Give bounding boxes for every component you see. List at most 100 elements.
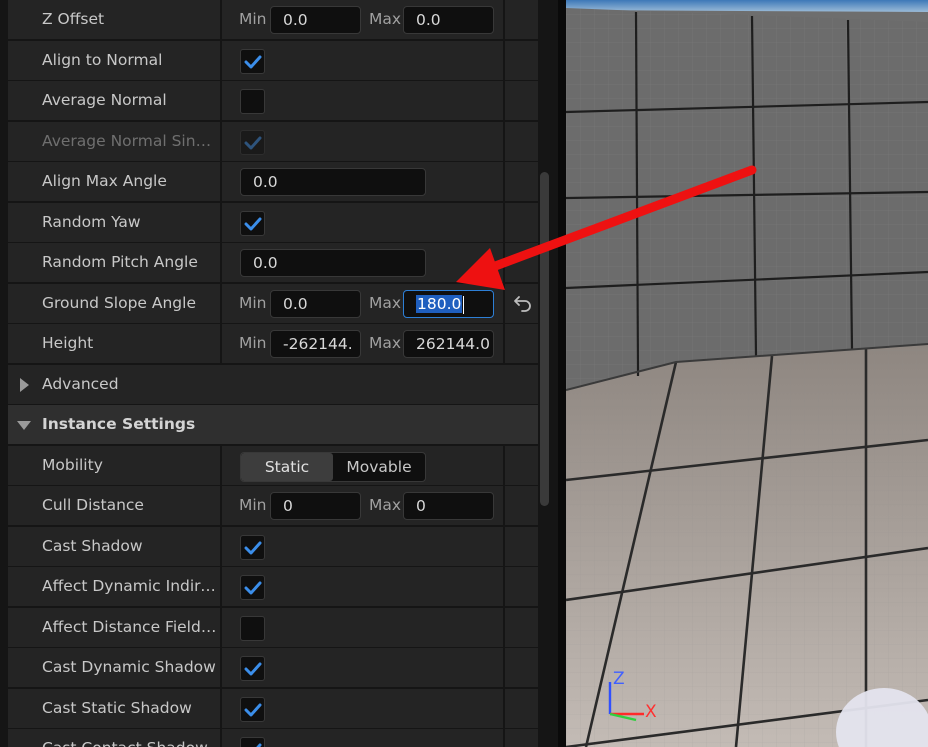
property-checkbox[interactable] — [240, 575, 265, 600]
details-scrollbar[interactable] — [540, 172, 549, 506]
property-name: Ground Slope Angle — [42, 294, 196, 312]
subcategory-header[interactable]: Advanced — [8, 365, 538, 405]
property-row: Cull Distance Min 0 Max 0 — [8, 486, 538, 526]
property-row: Average Normal — [8, 81, 538, 121]
column-divider — [503, 729, 505, 747]
details-panel: Z Offset Min 0.0 Max 0.0 Align to Normal Avera… — [0, 0, 558, 747]
property-checkbox[interactable] — [240, 656, 265, 681]
max-label: Max — [369, 10, 402, 28]
column-divider[interactable] — [220, 324, 222, 363]
property-name: Cast Static Shadow — [42, 699, 192, 717]
min-label: Min — [239, 334, 267, 352]
column-divider[interactable] — [220, 162, 222, 201]
property-checkbox — [240, 130, 265, 155]
column-divider — [503, 608, 505, 647]
min-input[interactable]: 0 — [270, 492, 361, 520]
min-input[interactable]: 0.0 — [270, 290, 361, 318]
column-divider[interactable] — [220, 527, 222, 566]
property-name: Mobility — [42, 456, 103, 474]
property-name: Cast Dynamic Shadow — [42, 658, 216, 676]
column-divider[interactable] — [220, 608, 222, 647]
column-divider — [503, 0, 505, 39]
property-name: Random Pitch Angle — [42, 253, 198, 271]
collapse-icon[interactable] — [17, 421, 31, 430]
property-row: Height Min -262144. Max 262144.0 — [8, 324, 538, 364]
column-divider — [503, 527, 505, 566]
min-label: Min — [239, 10, 267, 28]
property-name: Average Normal — [42, 91, 167, 109]
category-name: Advanced — [42, 375, 119, 393]
property-checkbox[interactable] — [240, 211, 265, 236]
property-row: Align Max Angle 0.0 — [8, 162, 538, 202]
max-input[interactable]: 180.0 — [403, 290, 494, 318]
column-divider[interactable] — [220, 567, 222, 606]
property-checkbox[interactable] — [240, 697, 265, 722]
min-input[interactable]: -262144. — [270, 330, 361, 358]
column-divider — [503, 122, 505, 161]
viewport-scene: Z X — [566, 0, 928, 747]
property-row: Cast Dynamic Shadow — [8, 648, 538, 688]
property-name: Affect Distance Field Li… — [42, 618, 220, 636]
property-name: Height — [42, 334, 94, 352]
column-divider[interactable] — [220, 729, 222, 747]
column-divider[interactable] — [220, 284, 222, 323]
level-viewport[interactable]: Z X — [566, 0, 928, 747]
value-input[interactable]: 0.0 — [240, 168, 426, 196]
property-name: Align to Normal — [42, 51, 163, 69]
max-input[interactable]: 0.0 — [403, 6, 494, 34]
property-row: Ground Slope Angle Min 0.0 Max 180.0 — [8, 284, 538, 324]
segment-option[interactable]: Static — [241, 453, 333, 481]
reset-to-default-icon[interactable] — [512, 293, 534, 315]
column-divider[interactable] — [220, 243, 222, 282]
property-checkbox[interactable] — [240, 737, 265, 747]
property-checkbox[interactable] — [240, 49, 265, 74]
column-divider[interactable] — [220, 203, 222, 242]
column-divider[interactable] — [220, 122, 222, 161]
expand-icon[interactable] — [20, 378, 29, 392]
column-divider[interactable] — [220, 81, 222, 120]
axis-z-label: Z — [613, 669, 625, 689]
column-divider — [503, 41, 505, 80]
min-label: Min — [239, 496, 267, 514]
property-name: Cast Contact Shadow — [8, 729, 220, 747]
value-input[interactable]: 0.0 — [240, 249, 426, 277]
property-name: Align Max Angle — [42, 172, 167, 190]
column-divider — [503, 243, 505, 282]
property-row: Cast Static Shadow — [8, 689, 538, 729]
property-checkbox[interactable] — [240, 89, 265, 114]
column-divider — [503, 486, 505, 525]
property-row: Cast Contact Shadow — [8, 729, 538, 747]
panel-splitter[interactable] — [558, 0, 566, 747]
property-name: Z Offset — [42, 10, 105, 28]
property-row: Average Normal Single… — [8, 122, 538, 162]
property-row: Affect Dynamic Indirec… — [8, 567, 538, 607]
property-checkbox[interactable] — [240, 616, 265, 641]
property-row: Affect Distance Field Li… — [8, 608, 538, 648]
property-row: Random Pitch Angle 0.0 — [8, 243, 538, 283]
column-divider — [503, 203, 505, 242]
category-header[interactable]: Instance Settings — [8, 405, 538, 445]
column-divider — [503, 284, 505, 323]
max-label: Max — [369, 294, 402, 312]
column-divider — [503, 81, 505, 120]
max-input[interactable]: 0 — [403, 492, 494, 520]
property-row: Cast Shadow — [8, 527, 538, 567]
column-divider[interactable] — [220, 648, 222, 687]
property-name: Cull Distance — [42, 496, 144, 514]
property-checkbox[interactable] — [240, 535, 265, 560]
column-divider[interactable] — [220, 446, 222, 485]
property-name: Cast Shadow — [42, 537, 143, 555]
segment-option[interactable]: Movable — [333, 453, 425, 481]
column-divider[interactable] — [220, 41, 222, 80]
column-divider — [503, 324, 505, 363]
min-label: Min — [239, 294, 267, 312]
property-row: Align to Normal — [8, 41, 538, 81]
column-divider[interactable] — [220, 486, 222, 525]
column-divider[interactable] — [220, 689, 222, 728]
max-label: Max — [369, 496, 402, 514]
min-input[interactable]: 0.0 — [270, 6, 361, 34]
max-input[interactable]: 262144.0 — [403, 330, 494, 358]
column-divider[interactable] — [220, 0, 222, 39]
text-caret — [463, 295, 465, 314]
column-divider — [503, 648, 505, 687]
